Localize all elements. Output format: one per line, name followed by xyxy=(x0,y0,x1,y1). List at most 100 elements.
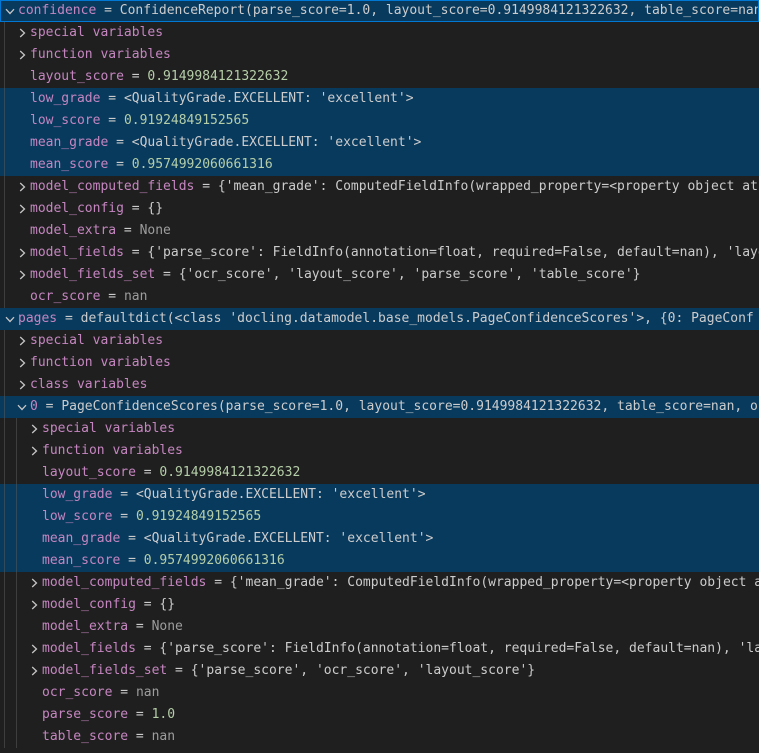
equals-sign: = xyxy=(108,135,131,150)
variable-row[interactable]: special variables xyxy=(0,22,759,44)
variable-row[interactable]: model_fields_set = {'parse_score', 'ocr_… xyxy=(0,660,759,682)
equals-sign: = xyxy=(116,223,139,238)
chevron-right-icon[interactable] xyxy=(14,267,30,283)
chevron-down-icon[interactable] xyxy=(14,399,30,415)
variable-row[interactable]: ocr_score = nan xyxy=(0,286,759,308)
indent-guide xyxy=(4,132,5,154)
indent-guide xyxy=(4,220,5,242)
variable-value: 0.9574992060661316 xyxy=(132,157,273,172)
chevron-right-icon[interactable] xyxy=(14,333,30,349)
variable-row[interactable]: pages = defaultdict(<class 'docling.data… xyxy=(0,308,759,330)
variable-value: nan xyxy=(124,289,147,304)
variable-row[interactable]: low_score = 0.91924849152565 xyxy=(0,110,759,132)
indent-guide xyxy=(4,572,5,594)
variable-value: {} xyxy=(147,201,163,216)
variable-row[interactable]: special variables xyxy=(0,418,759,440)
variable-row[interactable]: model_fields = {'parse_score': FieldInfo… xyxy=(0,638,759,660)
variable-row[interactable]: model_fields_set = {'ocr_score', 'layout… xyxy=(0,264,759,286)
chevron-right-icon[interactable] xyxy=(14,25,30,41)
variable-row[interactable]: mean_score = 0.9574992060661316 xyxy=(0,154,759,176)
chevron-right-icon[interactable] xyxy=(14,201,30,217)
chevron-right-icon[interactable] xyxy=(26,597,42,613)
indent-guide xyxy=(16,704,17,726)
chevron-right-icon[interactable] xyxy=(14,355,30,371)
chevron-right-icon[interactable] xyxy=(26,663,42,679)
variable-value: 0.91924849152565 xyxy=(136,509,261,524)
variable-name: class variables xyxy=(30,377,147,392)
indent-guide xyxy=(4,616,5,638)
chevron-right-icon[interactable] xyxy=(26,421,42,437)
variable-row[interactable]: 0 = PageConfidenceScores(parse_score=1.0… xyxy=(0,396,759,418)
chevron-right-icon[interactable] xyxy=(26,641,42,657)
equals-sign: = xyxy=(124,201,147,216)
chevron-right-icon[interactable] xyxy=(14,179,30,195)
variable-row[interactable]: model_extra = None xyxy=(0,616,759,638)
variable-name: model_config xyxy=(42,597,136,612)
chevron-right-icon[interactable] xyxy=(14,377,30,393)
indent-guide xyxy=(4,198,5,220)
variable-row[interactable]: function variables xyxy=(0,44,759,66)
variable-name: special variables xyxy=(42,421,175,436)
variable-entry: model_fields = {'parse_score': FieldInfo… xyxy=(42,638,759,660)
variable-row[interactable]: function variables xyxy=(0,440,759,462)
variable-row[interactable]: table_score = nan xyxy=(0,726,759,748)
indent-guide xyxy=(4,374,5,396)
chevron-right-icon[interactable] xyxy=(26,575,42,591)
variable-entry: low_score = 0.91924849152565 xyxy=(30,110,249,132)
variable-entry: class variables xyxy=(30,374,147,396)
variable-row[interactable]: ocr_score = nan xyxy=(0,682,759,704)
variable-entry: layout_score = 0.9149984121322632 xyxy=(42,462,300,484)
variable-row[interactable]: class variables xyxy=(0,374,759,396)
variable-row[interactable]: low_score = 0.91924849152565 xyxy=(0,506,759,528)
variable-value: 0.91924849152565 xyxy=(124,113,249,128)
variable-entry: parse_score = 1.0 xyxy=(42,704,175,726)
variable-entry: low_score = 0.91924849152565 xyxy=(42,506,261,528)
variable-entry: layout_score = 0.9149984121322632 xyxy=(30,66,288,88)
variable-name: function variables xyxy=(30,47,171,62)
indent-guide xyxy=(16,440,17,462)
variable-row[interactable]: mean_score = 0.9574992060661316 xyxy=(0,550,759,572)
indent-guide xyxy=(4,44,5,66)
variable-entry: model_fields_set = {'ocr_score', 'layout… xyxy=(30,264,641,286)
chevron-down-icon[interactable] xyxy=(2,311,18,327)
variable-row[interactable]: confidence = ConfidenceReport(parse_scor… xyxy=(0,0,759,22)
variable-row[interactable]: model_computed_fields = {'mean_grade': C… xyxy=(0,572,759,594)
variable-row[interactable]: model_computed_fields = {'mean_grade': C… xyxy=(0,176,759,198)
chevron-down-icon[interactable] xyxy=(2,3,18,19)
variable-value: {} xyxy=(159,597,175,612)
variable-row[interactable]: parse_score = 1.0 xyxy=(0,704,759,726)
variable-name: low_score xyxy=(30,113,100,128)
variable-row[interactable]: layout_score = 0.9149984121322632 xyxy=(0,462,759,484)
variable-entry: model_computed_fields = {'mean_grade': C… xyxy=(42,572,759,594)
variable-value: defaultdict(<class 'docling.datamodel.ba… xyxy=(81,311,754,326)
variable-row[interactable]: model_extra = None xyxy=(0,220,759,242)
variable-row[interactable]: mean_grade = <QualityGrade.EXCELLENT: 'e… xyxy=(0,528,759,550)
variable-row[interactable]: layout_score = 0.9149984121322632 xyxy=(0,66,759,88)
variable-row[interactable]: model_config = {} xyxy=(0,198,759,220)
equals-sign: = xyxy=(120,531,143,546)
variable-row[interactable]: mean_grade = <QualityGrade.EXCELLENT: 'e… xyxy=(0,132,759,154)
variable-entry: mean_score = 0.9574992060661316 xyxy=(30,154,273,176)
indent-guide xyxy=(4,352,5,374)
variable-row[interactable]: special variables xyxy=(0,330,759,352)
variable-value: <QualityGrade.EXCELLENT: 'excellent'> xyxy=(124,91,414,106)
indent-guide xyxy=(16,726,17,748)
variable-row[interactable]: function variables xyxy=(0,352,759,374)
equals-sign: = xyxy=(128,619,151,634)
variable-name: pages xyxy=(18,311,57,326)
variable-row[interactable]: model_config = {} xyxy=(0,594,759,616)
variable-name: layout_score xyxy=(42,465,136,480)
variable-entry: mean_grade = <QualityGrade.EXCELLENT: 'e… xyxy=(30,132,421,154)
equals-sign: = xyxy=(194,179,217,194)
variable-row[interactable]: model_fields = {'parse_score': FieldInfo… xyxy=(0,242,759,264)
variable-value: {'parse_score', 'ocr_score', 'layout_sco… xyxy=(191,663,535,678)
equals-sign: = xyxy=(100,113,123,128)
equals-sign: = xyxy=(112,487,135,502)
chevron-right-icon[interactable] xyxy=(14,245,30,261)
chevron-right-icon[interactable] xyxy=(26,443,42,459)
variable-value: 0.9149984121322632 xyxy=(159,465,300,480)
chevron-right-icon[interactable] xyxy=(14,47,30,63)
variable-name: special variables xyxy=(30,25,163,40)
variable-row[interactable]: low_grade = <QualityGrade.EXCELLENT: 'ex… xyxy=(0,88,759,110)
variable-row[interactable]: low_grade = <QualityGrade.EXCELLENT: 'ex… xyxy=(0,484,759,506)
